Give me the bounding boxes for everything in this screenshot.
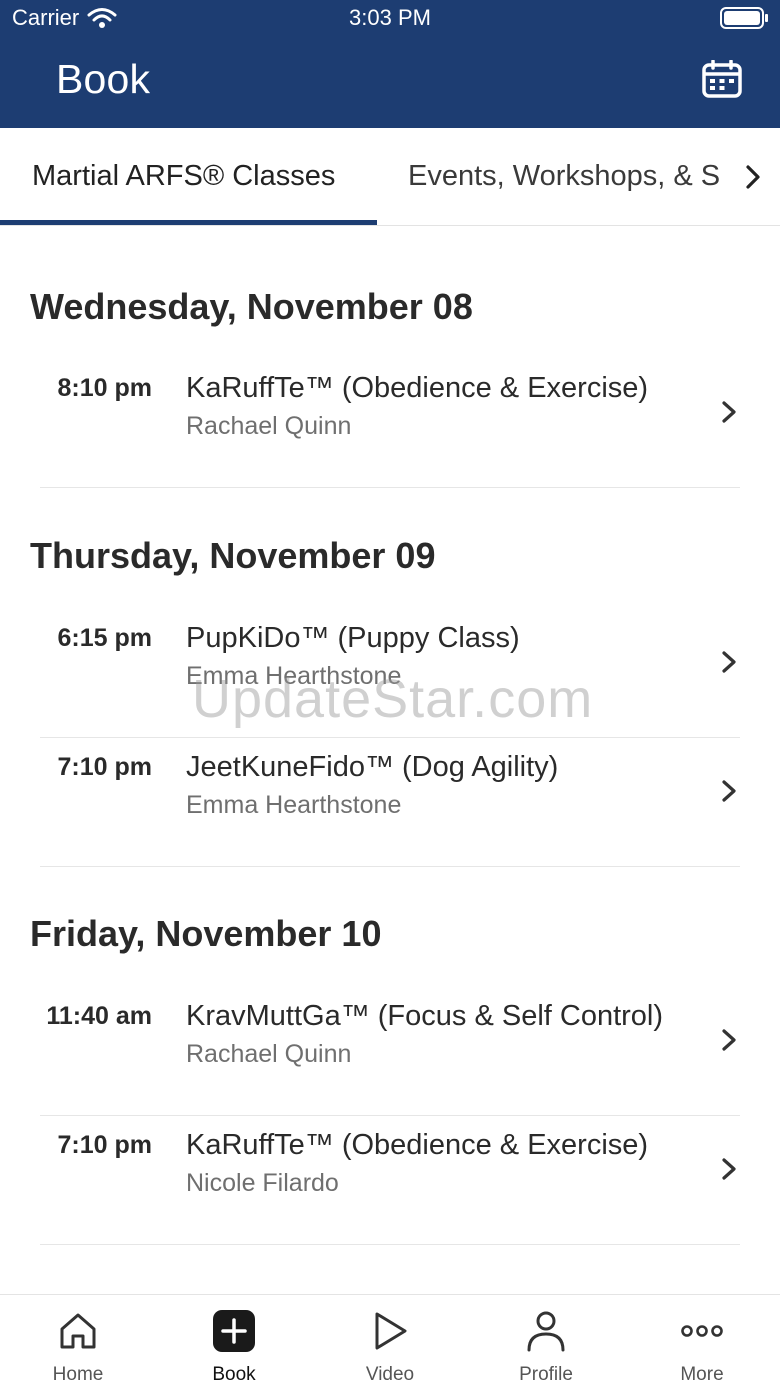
chevron-right-icon [722,651,736,673]
class-time: 7:10 pm [57,753,152,781]
chevron-right-icon [722,780,736,802]
class-title: KravMuttGa™ (Focus & Self Control) [186,1000,664,1032]
class-row[interactable]: 7:10 pm KaRuffTe™ (Obedience & Exercise)… [0,1117,780,1245]
class-time: 7:10 pm [57,1131,152,1159]
tabbar-book[interactable]: Book [156,1295,312,1387]
tabs-divider [0,225,780,226]
battery-icon [720,7,768,29]
class-row[interactable]: 8:10 pm KaRuffTe™ (Obedience & Exercise)… [0,360,780,488]
tabbar-label: Profile [519,1364,573,1385]
class-time: 6:15 pm [57,624,152,652]
more-dots-icon [681,1325,723,1337]
class-time: 8:10 pm [57,374,152,402]
tabbar-label: Home [52,1364,104,1385]
class-instructor: Emma Hearthstone [186,662,402,690]
tabbar-label: Book [212,1364,256,1385]
class-instructor: Emma Hearthstone [186,791,402,819]
tabbar-video[interactable]: Video [312,1295,468,1387]
play-icon [375,1312,407,1350]
chevron-right-icon [722,1158,736,1180]
row-divider [40,1244,740,1245]
day-heading: Thursday, November 09 [30,535,436,576]
tab-events-workshops[interactable]: Events, Workshops, & S [408,160,726,193]
class-title: KaRuffTe™ (Obedience & Exercise) [186,372,649,404]
app-header: Carrier 3:03 PM Book [0,0,780,128]
chevron-right-icon [722,1029,736,1051]
class-time: 11:40 am [46,1002,152,1030]
tabbar-label: Video [365,1364,415,1385]
class-instructor: Nicole Filardo [186,1169,339,1197]
tabbar-label: More [680,1364,724,1385]
category-tabs: Martial ARFS® Classes Events, Workshops,… [0,128,780,226]
tabbar-home[interactable]: Home [0,1295,156,1387]
tabbar-profile[interactable]: Profile [468,1295,624,1387]
status-time: 3:03 PM [349,5,431,30]
tabbar-more[interactable]: More [624,1295,780,1387]
calendar-icon[interactable] [702,60,742,98]
class-instructor: Rachael Quinn [186,1040,352,1068]
class-row[interactable]: 6:15 pm PupKiDo™ (Puppy Class) Emma Hear… [0,610,780,738]
chevron-right-icon[interactable] [742,164,764,190]
class-title: PupKiDo™ (Puppy Class) [186,622,520,654]
plus-square-icon [213,1310,255,1352]
day-heading: Wednesday, November 08 [30,286,473,327]
class-row[interactable]: 7:10 pm JeetKuneFido™ (Dog Agility) Emma… [0,739,780,867]
row-divider [40,487,740,488]
page-title: Book [56,56,151,102]
home-icon [60,1313,96,1349]
row-divider [40,737,740,738]
bottom-tab-bar: Home Book Video Profile More [0,1294,780,1387]
class-row[interactable]: 11:40 am KravMuttGa™ (Focus & Self Contr… [0,988,780,1116]
class-title: JeetKuneFido™ (Dog Agility) [186,751,559,783]
class-title: KaRuffTe™ (Obedience & Exercise) [186,1129,649,1161]
row-divider [40,866,740,867]
tab-martial-arfs-classes[interactable]: Martial ARFS® Classes [32,160,335,193]
day-heading: Friday, November 10 [30,913,382,954]
row-divider [40,1115,740,1116]
person-icon [527,1311,565,1352]
chevron-right-icon [722,401,736,423]
class-instructor: Rachael Quinn [186,412,352,440]
